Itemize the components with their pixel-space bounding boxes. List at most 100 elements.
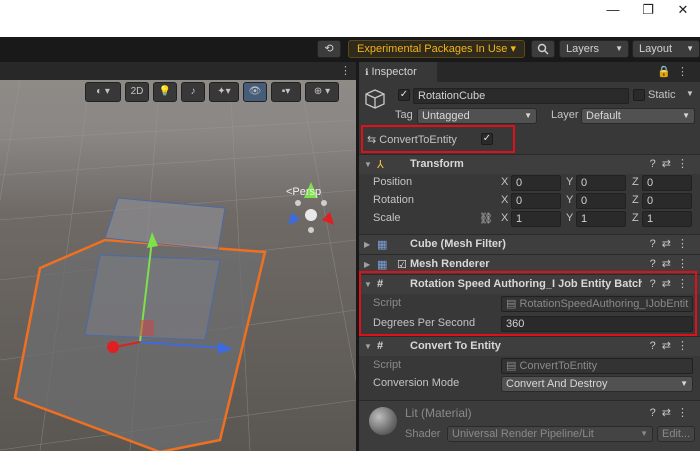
audio-icon: ♪: [190, 86, 196, 97]
axis-z-label[interactable]: Z: [632, 212, 639, 224]
tag-value: Untagged: [422, 110, 470, 122]
chevron-down-icon[interactable]: ▼: [686, 89, 694, 98]
script-value: ConvertToEntity: [519, 360, 598, 372]
draw-mode-button[interactable]: ◐ ▾: [85, 82, 121, 102]
axis-x-label[interactable]: X: [501, 194, 508, 206]
z-axis-knob: [107, 341, 119, 353]
camera-button[interactable]: ▪▾: [271, 82, 301, 102]
script-file-icon: ▤: [506, 360, 517, 372]
scene-tools-bar: ◐ ▾ 2D 💡 ♪ ✦▾ 👁 ▪▾ ⊕ ▾: [85, 82, 355, 102]
material-title: Lit (Material): [405, 406, 472, 420]
transform-y-field[interactable]: 1: [576, 211, 626, 227]
shader-edit-button[interactable]: Edit...: [657, 426, 695, 442]
chevron-down-icon: ▼: [686, 44, 694, 53]
maximize-button[interactable]: ❐: [633, 2, 663, 18]
window-title-bar: — ❐ ✕: [0, 0, 700, 37]
component-menu-icons[interactable]: ?⇄⋮: [650, 157, 694, 170]
layout-dropdown[interactable]: Layout ▼: [632, 40, 700, 58]
component-menu-icons[interactable]: ?⇄⋮: [650, 257, 694, 270]
history-button[interactable]: ⟲: [317, 40, 341, 58]
fold-arrow-icon: ▶: [364, 260, 371, 269]
object-name-field[interactable]: RotationCube: [413, 88, 629, 104]
transform-y-field[interactable]: 0: [576, 175, 626, 191]
transform-z-field[interactable]: 1: [642, 211, 692, 227]
shader-dropdown[interactable]: Universal Render Pipeline/Lit ▼: [447, 426, 653, 442]
transform-z-field[interactable]: 0: [642, 193, 692, 209]
persp-label[interactable]: <Persp: [286, 186, 321, 198]
effects-button[interactable]: ✦▾: [209, 82, 239, 102]
axis-y-label[interactable]: Y: [566, 176, 573, 188]
active-checkbox[interactable]: ✓: [398, 89, 410, 101]
layer-dropdown[interactable]: Default ▼: [581, 108, 695, 124]
main-toolbar: ⟲ Experimental Packages In Use ▾ Layers …: [0, 37, 700, 62]
component-menu-icons[interactable]: ?⇄⋮: [650, 237, 694, 250]
highlight-box: [359, 271, 697, 336]
layers-dropdown[interactable]: Layers ▼: [559, 40, 629, 58]
layer-label: Layer: [551, 109, 579, 121]
transform-x-field[interactable]: 0: [511, 175, 561, 191]
axis-z-label[interactable]: Z: [632, 194, 639, 206]
script-label: Script: [373, 359, 402, 371]
script-hash-icon: #: [377, 340, 384, 352]
component-menu-icons[interactable]: ?⇄⋮: [650, 339, 694, 352]
chevron-down-icon: ▼: [524, 111, 532, 120]
scene-viewport[interactable]: [0, 80, 356, 451]
scene-view[interactable]: ⋮ <Persp ◐ ▾ 2D 💡 ♪ ✦▾ 👁 ▪▾ ⊕ ▾: [0, 62, 356, 451]
lightbulb-icon: 💡: [158, 86, 172, 97]
convert-script-row: Script ▤ ConvertToEntity: [359, 356, 700, 376]
layer-value: Default: [586, 110, 621, 122]
search-button[interactable]: [531, 40, 555, 58]
transform-icon: ⅄: [377, 159, 384, 171]
shader-value: Universal Render Pipeline/Lit: [452, 428, 594, 440]
tab-inspector[interactable]: ℹ Inspector: [359, 62, 437, 82]
transform-x-field[interactable]: 0: [511, 193, 561, 209]
inspector-panel: ℹ Inspector 🔒⋮ ✓ RotationCube Static ▼ T…: [359, 62, 700, 451]
tag-dropdown[interactable]: Untagged ▼: [417, 108, 537, 124]
lock-icon[interactable]: 🔒⋮: [657, 65, 694, 78]
effects-icon: ✦▾: [217, 86, 231, 97]
transform-x-field[interactable]: 1: [511, 211, 561, 227]
conversion-mode-dropdown[interactable]: Convert And Destroy ▼: [501, 376, 693, 392]
conversion-mode-value: Convert And Destroy: [506, 378, 608, 390]
history-icon: ⟲: [324, 43, 334, 55]
axis-x-label[interactable]: X: [501, 212, 508, 224]
scene-menu-icon[interactable]: ⋮: [340, 64, 351, 77]
material-preview[interactable]: [369, 407, 397, 435]
cube-icon: [365, 89, 385, 109]
scene-visibility-button[interactable]: 👁: [243, 82, 267, 102]
lighting-button[interactable]: 💡: [153, 82, 177, 102]
transform-title: Transform: [410, 158, 464, 170]
axis-y-label[interactable]: Y: [566, 194, 573, 206]
axis-x-label[interactable]: X: [501, 176, 508, 188]
tab-inspector-label: Inspector: [371, 66, 417, 78]
sphere-icon: ◐ ▾: [96, 86, 110, 97]
enabled-checkbox[interactable]: ☑: [397, 258, 407, 271]
highlight-box: [361, 125, 515, 153]
shader-label: Shader: [405, 428, 441, 440]
axis-y-label[interactable]: Y: [566, 212, 573, 224]
convert-to-entity-header[interactable]: ▼ # Convert To Entity ?⇄⋮: [359, 336, 700, 356]
audio-button[interactable]: ♪: [181, 82, 205, 102]
inspector-tab-bar: ℹ Inspector 🔒⋮: [359, 62, 700, 82]
plane-handle[interactable]: [140, 320, 154, 336]
static-label: Static: [648, 89, 676, 101]
gizmos-button[interactable]: ⊕ ▾: [305, 82, 339, 102]
transform-z-field[interactable]: 0: [642, 175, 692, 191]
gizmo-icon: ⊕ ▾: [313, 86, 331, 97]
transform-row: Position X 0 Y 0 Z 0: [359, 174, 700, 192]
axis-z-label[interactable]: Z: [632, 176, 639, 188]
experimental-packages-button[interactable]: Experimental Packages In Use ▾: [348, 40, 525, 58]
toggle-2d-button[interactable]: 2D: [125, 82, 149, 102]
component-menu-icons[interactable]: ?⇄⋮: [650, 406, 694, 419]
static-checkbox[interactable]: [633, 89, 645, 101]
transform-header[interactable]: ▼ ⅄ Transform ?⇄⋮: [359, 154, 700, 174]
constrain-link-icon[interactable]: ⛓: [479, 212, 493, 225]
fold-arrow-icon: ▼: [364, 342, 372, 351]
script-field[interactable]: ▤ ConvertToEntity: [501, 358, 693, 374]
mesh-renderer-title: Mesh Renderer: [410, 258, 490, 270]
minimize-button[interactable]: —: [598, 2, 628, 18]
transform-y-field[interactable]: 0: [576, 193, 626, 209]
fold-arrow-icon: ▼: [364, 160, 372, 169]
close-button[interactable]: ✕: [668, 2, 698, 18]
mesh-filter-header[interactable]: ▶ ▦ Cube (Mesh Filter) ?⇄⋮: [359, 234, 700, 254]
